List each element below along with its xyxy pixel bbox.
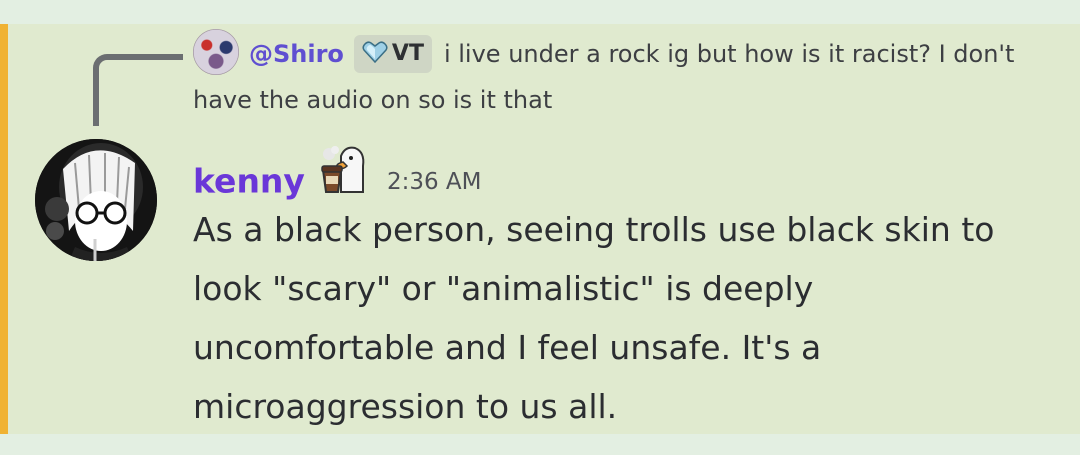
author-username[interactable]: kenny [193, 162, 305, 201]
server-tag[interactable]: VT [353, 35, 432, 73]
reply-preview[interactable]: @Shiro VT i live under a rock ig but how … [193, 29, 1053, 122]
server-tag-label: VT [391, 41, 424, 66]
heart-gem-icon [362, 41, 388, 64]
reply-username[interactable]: @Shiro [249, 40, 344, 68]
reply-avatar[interactable] [193, 29, 239, 75]
chat-message: @Shiro VT i live under a rock ig but how … [0, 24, 1080, 434]
reply-connector-line [93, 54, 183, 126]
message-header: kenny 2:36 AM [193, 146, 482, 201]
manga-girl-avatar [35, 139, 157, 261]
author-avatar[interactable] [35, 139, 157, 261]
mention-highlight-bar [0, 24, 8, 434]
message-timestamp[interactable]: 2:36 AM [387, 169, 482, 195]
message-content: As a black person, seeing trolls use bla… [193, 210, 995, 426]
